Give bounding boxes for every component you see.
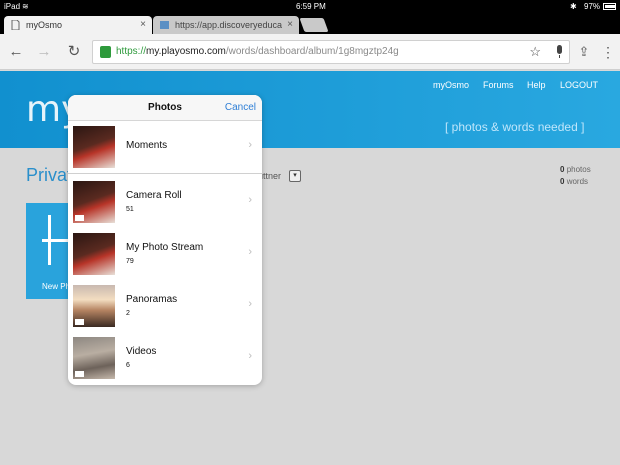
album-count: 2	[126, 310, 130, 317]
picker-header: Photos Cancel	[68, 95, 262, 121]
tab-discovery[interactable]: https://app.discoveryeduca ×	[153, 16, 299, 34]
album-name: My Photo Stream	[126, 242, 204, 253]
image-icon	[160, 21, 169, 29]
share-button[interactable]: ⇪	[574, 42, 594, 62]
close-tab-icon[interactable]: ×	[287, 16, 293, 34]
new-tab-button[interactable]	[299, 18, 329, 32]
tab-strip: myOsmo × https://app.discoveryeduca ×	[0, 14, 620, 34]
bluetooth-icon: ✱	[570, 2, 577, 11]
album-row-videos[interactable]: Videos 6 ›	[68, 332, 262, 384]
album-row-photo-stream[interactable]: My Photo Stream 79 ›	[68, 228, 262, 280]
chevron-right-icon: ›	[248, 194, 252, 206]
address-bar[interactable]: https://my.playosmo.com/words/dashboard/…	[92, 40, 570, 64]
lock-icon	[100, 46, 111, 58]
battery-percent: 97%	[584, 2, 601, 11]
nav-myosmo[interactable]: myOsmo	[433, 80, 469, 90]
album-thumbnail	[73, 337, 115, 379]
clock: 6:59 PM	[296, 2, 326, 11]
album-stats: 0 photos 0 words	[560, 165, 591, 186]
album-count: 6	[126, 362, 130, 369]
section-divider	[68, 173, 262, 174]
status-bar: iPad ≋ 6:59 PM ✱ 97%	[0, 0, 620, 14]
album-name: Moments	[126, 140, 168, 151]
album-thumbnail	[73, 285, 115, 327]
chevron-right-icon: ›	[248, 350, 252, 362]
page-icon	[11, 20, 20, 30]
close-tab-icon[interactable]: ×	[140, 16, 146, 34]
cancel-button[interactable]: Cancel	[225, 102, 256, 113]
album-thumbnail	[73, 233, 115, 275]
new-photo-label: New Ph	[42, 282, 71, 291]
microphone-icon[interactable]	[555, 45, 563, 59]
album-thumbnail	[73, 126, 115, 168]
chevron-right-icon: ›	[248, 139, 252, 151]
album-name: Videos	[126, 346, 157, 357]
album-row-camera-roll[interactable]: Camera Roll 51 ›	[68, 176, 262, 228]
wifi-icon: ≋	[22, 2, 29, 11]
nav-help[interactable]: Help	[527, 80, 546, 90]
tab-myosmo[interactable]: myOsmo ×	[4, 16, 152, 34]
album-name: Camera Roll	[126, 190, 182, 201]
bookmark-star-icon[interactable]: ☆	[529, 44, 541, 60]
album-count: 51	[126, 206, 134, 213]
reload-button[interactable]: ↻	[64, 42, 84, 62]
tagline: [ photos & words needed ]	[445, 120, 585, 134]
tab-title: myOsmo	[26, 20, 62, 30]
album-count: 79	[126, 258, 134, 265]
nav-forums[interactable]: Forums	[483, 80, 514, 90]
tab-title: https://app.discoveryeduca	[175, 20, 283, 30]
video-camera-icon	[75, 371, 84, 377]
photos-picker: Photos Cancel Moments › Camera Roll 51 ›…	[68, 95, 262, 385]
panorama-badge-icon	[75, 319, 84, 325]
section-title: Privat	[26, 165, 73, 185]
album-row-moments[interactable]: Moments ›	[68, 121, 262, 173]
battery-icon	[603, 3, 616, 10]
album-row-panoramas[interactable]: Panoramas 2 ›	[68, 280, 262, 332]
album-thumbnail	[73, 181, 115, 223]
chevron-right-icon: ›	[248, 246, 252, 258]
back-button[interactable]: ←	[6, 42, 26, 62]
owner-dropdown[interactable]: ▾	[289, 170, 301, 182]
photo-badge-icon	[75, 215, 84, 221]
browser-toolbar: ← → ↻ https://my.playosmo.com/words/dash…	[0, 34, 620, 70]
forward-button[interactable]: →	[34, 42, 54, 62]
album-name: Panoramas	[126, 294, 178, 305]
nav-logout[interactable]: LOGOUT	[560, 80, 598, 90]
url-text: https://my.playosmo.com/words/dashboard/…	[116, 46, 399, 57]
device-label: iPad	[4, 2, 21, 11]
menu-button[interactable]: ⋮	[598, 42, 618, 62]
chevron-right-icon: ›	[248, 298, 252, 310]
